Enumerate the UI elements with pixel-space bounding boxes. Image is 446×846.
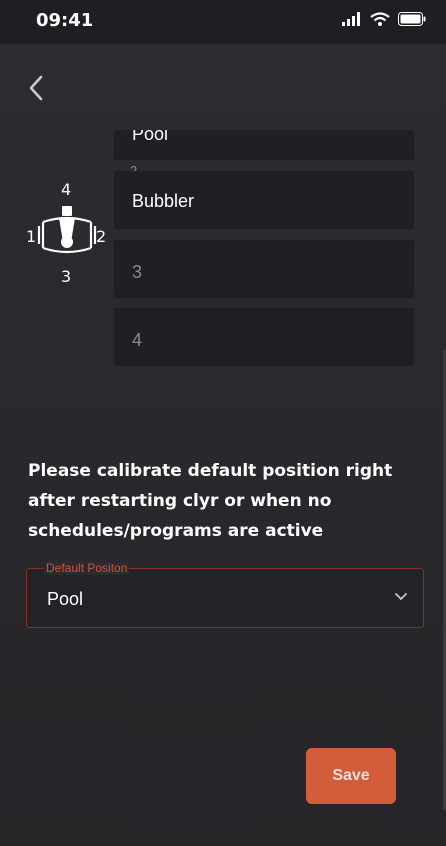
status-icons bbox=[342, 12, 426, 26]
valve-icon bbox=[37, 206, 97, 254]
position-field-2[interactable]: Bubbler bbox=[114, 171, 414, 229]
signal-icon bbox=[342, 12, 360, 26]
status-time: 09:41 bbox=[36, 10, 94, 31]
default-position-label: Default Positon bbox=[44, 561, 130, 575]
chevron-down-icon bbox=[395, 593, 407, 601]
valve-label-top: 4 bbox=[61, 180, 72, 199]
valve-label-right: 2 bbox=[96, 227, 107, 246]
valve-label-bottom: 3 bbox=[61, 267, 72, 286]
battery-icon bbox=[398, 12, 426, 26]
app-area bbox=[0, 44, 446, 846]
calibration-message: Please calibrate default position right … bbox=[28, 461, 393, 541]
default-position-select[interactable]: Pool bbox=[26, 568, 424, 628]
position-field-3-placeholder: 3 bbox=[132, 262, 143, 282]
chevron-left-icon bbox=[29, 75, 43, 101]
default-position-value: Pool bbox=[47, 589, 84, 609]
position-field-4-placeholder: 4 bbox=[132, 330, 143, 350]
save-button[interactable]: Save bbox=[306, 748, 396, 804]
back-button[interactable] bbox=[24, 72, 48, 104]
position-field-3[interactable]: 3 bbox=[114, 240, 414, 298]
position-field-1[interactable]: Pool bbox=[114, 130, 414, 160]
status-bar: 09:41 bbox=[0, 0, 446, 44]
wifi-icon bbox=[370, 12, 390, 26]
position-field-1-value: Pool bbox=[132, 130, 169, 144]
position-field-2-value: Bubbler bbox=[132, 191, 195, 211]
valve-label-left: 1 bbox=[26, 227, 37, 246]
position-field-4[interactable]: 4 bbox=[114, 308, 414, 366]
